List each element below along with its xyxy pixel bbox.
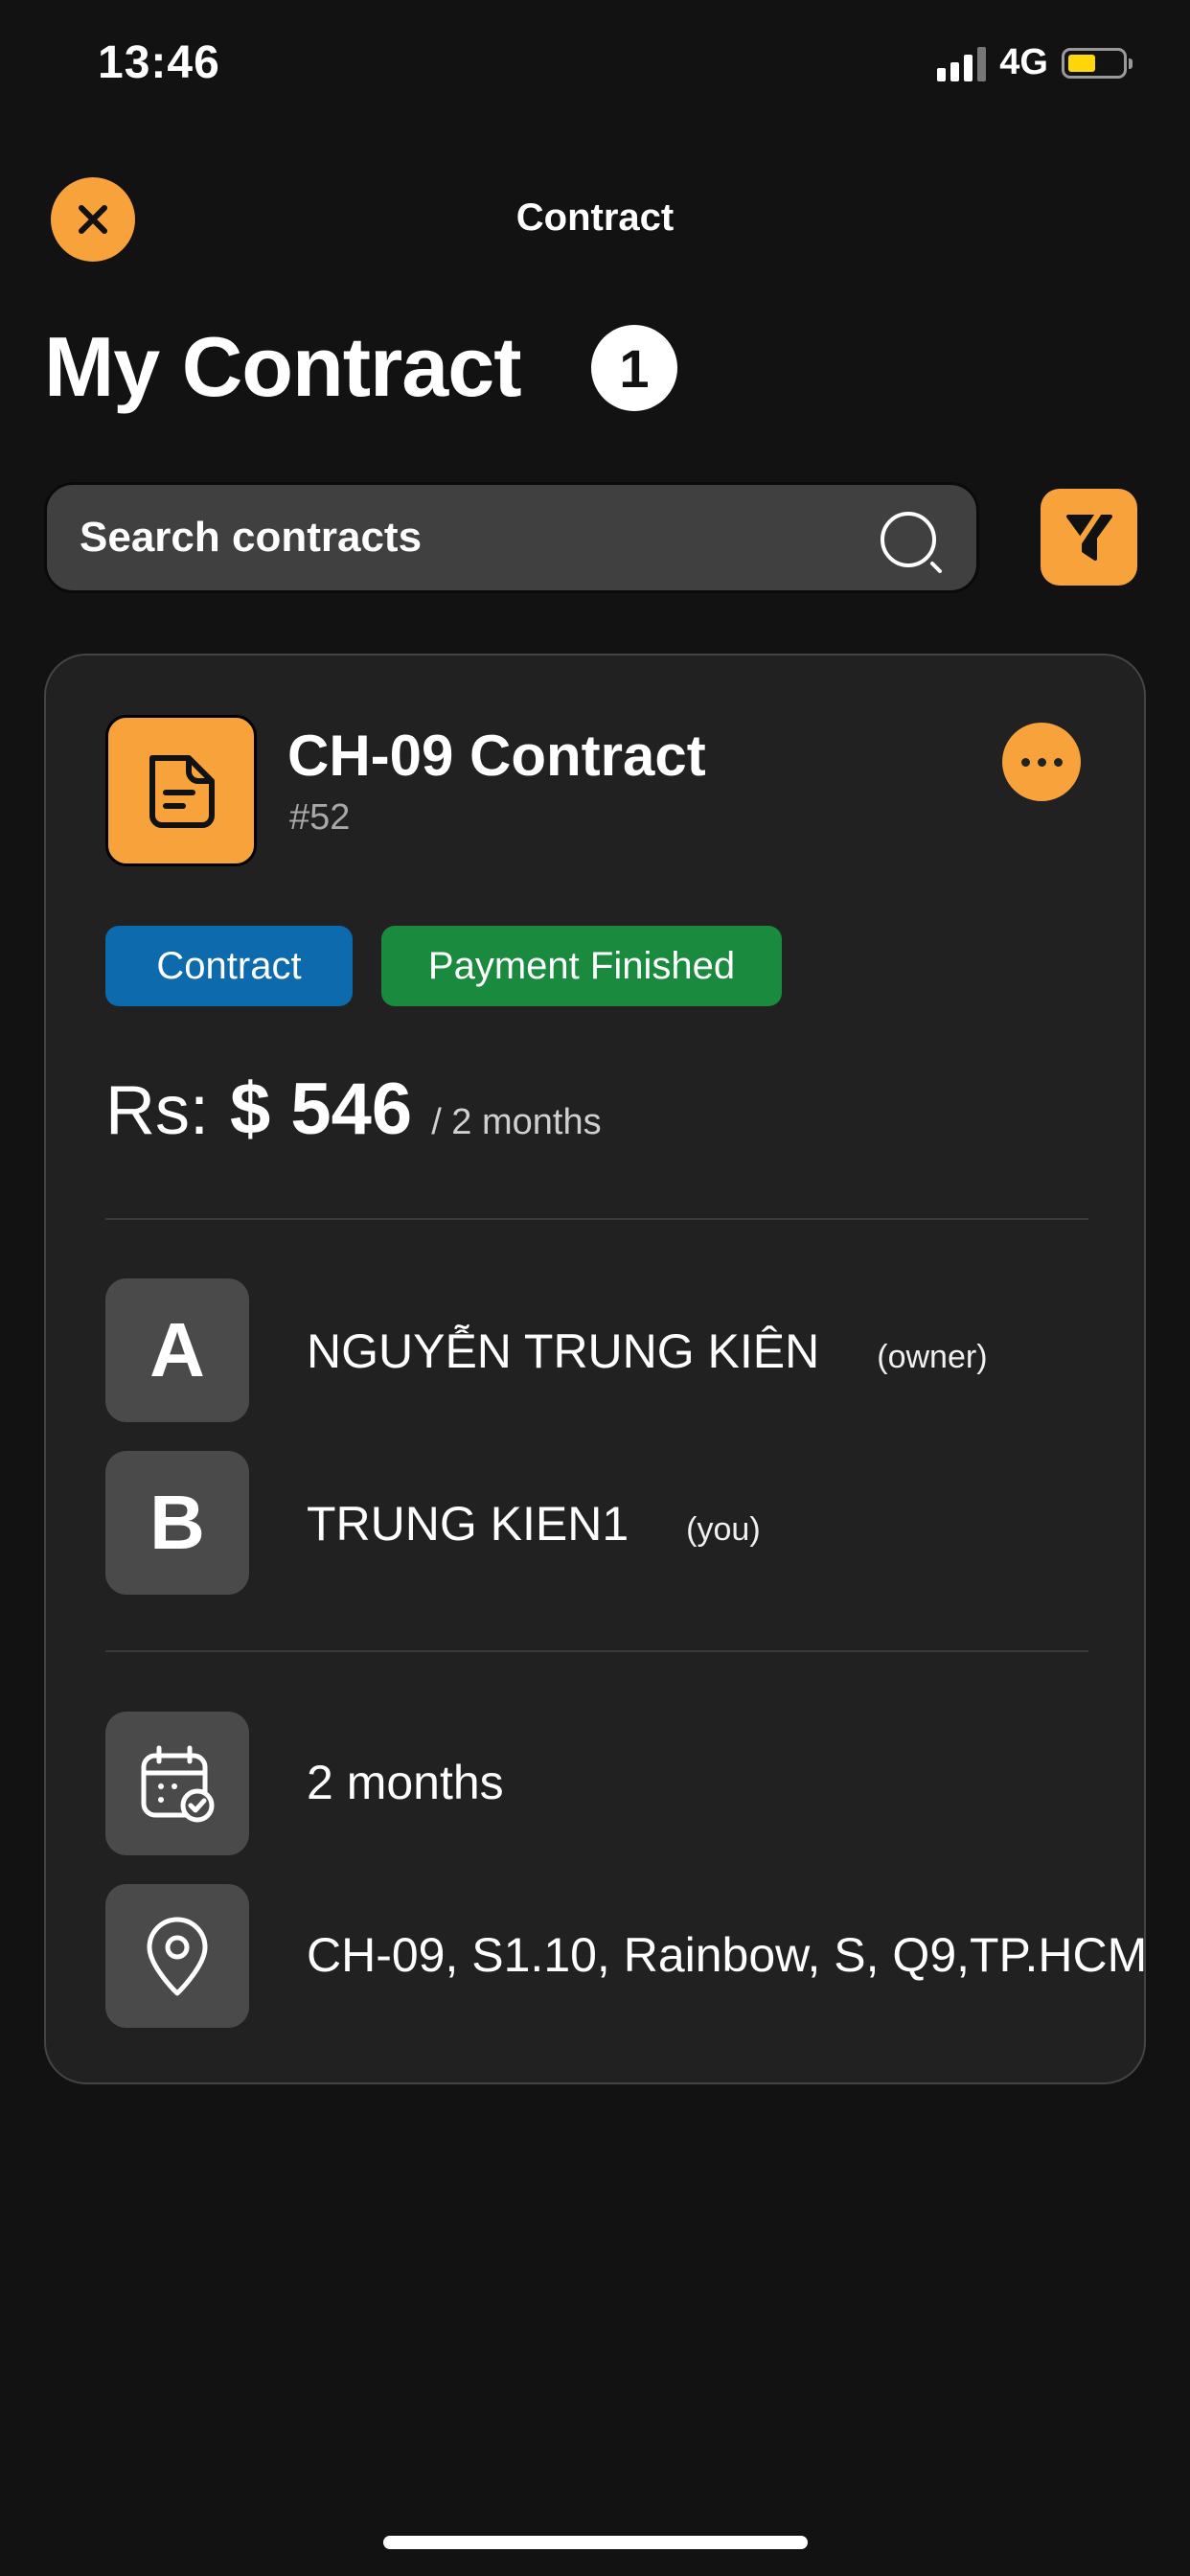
search-icon[interactable] [877,508,946,577]
header-title: Contract [515,196,675,239]
divider [105,1218,1088,1220]
filter-button[interactable] [1041,489,1137,586]
filter-icon [1065,510,1112,561]
location-pin-icon [147,1917,208,1996]
home-indicator[interactable] [383,2536,808,2549]
contract-icon-box [105,715,257,866]
price-amount: $ 546 [230,1069,413,1150]
signal-icon [937,45,987,81]
contract-count-badge: 1 [591,325,677,411]
party-owner: NGUYỄN TRUNG KIÊN (owner) [307,1323,988,1379]
network-type: 4G [999,42,1048,82]
search-input[interactable] [78,513,829,563]
more-options-button[interactable] [1002,723,1081,801]
address-text: CH-09, S1.10, Rainbow, S, Q9,TP.HCM [307,1928,1148,1982]
screen: 13:46 4G Contract My Contract 1 Search c… [0,0,1190,2576]
party-name: TRUNG KIEN1 [307,1497,629,1551]
avatar: A [105,1278,249,1422]
search-bar [44,482,979,593]
tag-payment-status: Payment Finished [381,926,782,1006]
avatar-initial: A [149,1307,205,1392]
price-currency: Rs: [105,1072,209,1149]
battery-icon [1062,47,1133,79]
status-indicators: 4G [937,42,1133,83]
party-role: (owner) [877,1339,988,1375]
location-icon-box [105,1884,249,2028]
party-name: NGUYỄN TRUNG KIÊN [307,1324,820,1378]
price-period: / 2 months [431,1102,602,1142]
status-time: 13:46 [98,37,220,88]
contract-title: CH-09 Contract [287,724,706,788]
party-you: TRUNG KIEN1 (you) [307,1496,761,1552]
tag-contract: Contract [105,926,353,1006]
avatar: B [105,1451,249,1595]
duration-icon-box [105,1712,249,1855]
duration-text: 2 months [307,1756,504,1809]
more-icon [1020,757,1063,767]
party-role: (you) [686,1511,761,1548]
contract-card[interactable]: CH-09 Contract #52 Contract Payment Fini… [44,654,1148,2084]
price-row: Rs: $ 546 / 2 months [105,1068,602,1151]
document-icon [149,755,215,828]
divider [105,1650,1088,1652]
page-title: My Contract [44,319,521,414]
calendar-check-icon [141,1745,215,1823]
avatar-initial: B [149,1480,205,1565]
contract-id: #52 [289,797,351,838]
